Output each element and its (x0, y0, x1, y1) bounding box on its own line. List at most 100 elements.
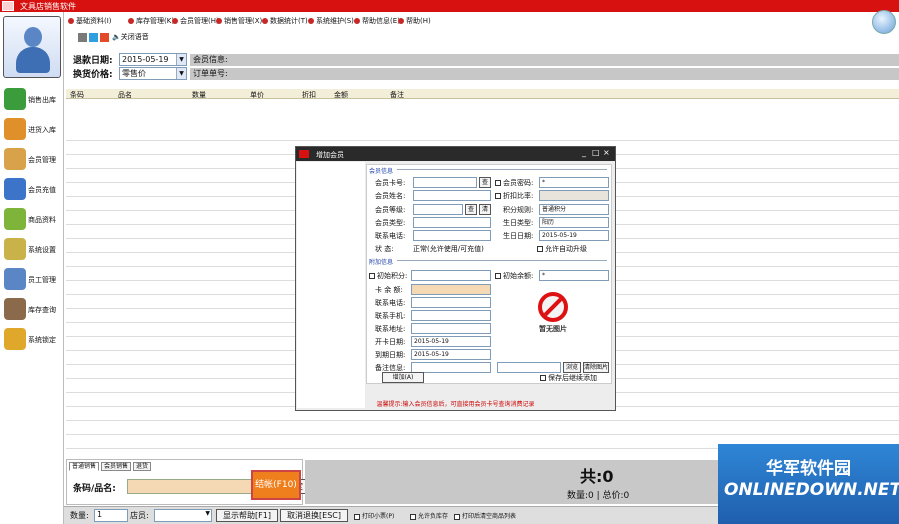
sidebar-item[interactable]: 系统锁定 (2, 326, 62, 356)
level-search-button[interactable]: 查 (465, 204, 477, 215)
checkbox[interactable] (495, 180, 501, 186)
expire-date-value: 2015-05-19 (414, 351, 449, 358)
sale-tab[interactable]: 会员销售 (101, 462, 132, 471)
menu-item[interactable]: 数据统计(T) (262, 16, 308, 26)
column-header[interactable]: 品名 (118, 90, 132, 100)
sidebar-item[interactable]: 会员管理 (2, 146, 62, 176)
status-value[interactable]: 正常(允许使用/可充值) (413, 244, 484, 254)
minimize-icon[interactable]: _ (582, 148, 586, 157)
show-help-button[interactable]: 显示帮助[F1] (216, 509, 278, 522)
phone-input[interactable] (413, 230, 491, 241)
keep-open-checkbox[interactable]: 保存后继续添加 (540, 373, 597, 383)
init-points-checkbox[interactable]: 初始积分: (369, 271, 407, 281)
column-header[interactable]: 备注 (390, 90, 404, 100)
maximize-icon[interactable]: □ (592, 148, 600, 157)
checkbox[interactable] (369, 273, 375, 279)
sidebar-item[interactable]: 会员充值 (2, 176, 62, 206)
sale-tab[interactable]: 退货 (133, 462, 152, 471)
member-name-input[interactable] (413, 190, 491, 201)
menu-item[interactable]: 系统维护(S) (308, 16, 354, 26)
column-header[interactable]: 条码 (70, 90, 84, 100)
level-clear-button[interactable]: 清 (479, 204, 491, 215)
init-balance-checkbox[interactable]: 初始余额: (495, 271, 533, 281)
checkbox[interactable] (410, 513, 416, 520)
chevron-down-icon[interactable]: ▼ (176, 68, 186, 79)
date-picker[interactable]: 2015-05-19 ▼ (119, 53, 187, 66)
discount-input[interactable] (539, 190, 609, 201)
status-checkbox[interactable]: 打印后清空商品列表 (454, 511, 516, 520)
column-header[interactable]: 折扣 (302, 90, 316, 100)
member-level-label: 会员等级: (375, 206, 406, 214)
price-select[interactable]: 零售价 ▼ (119, 67, 187, 80)
member-type-select[interactable] (413, 217, 491, 228)
password-input[interactable]: * (539, 177, 609, 188)
card-no-input[interactable] (413, 177, 477, 188)
browse-button[interactable]: 浏览 (563, 362, 581, 373)
checkbox[interactable] (537, 246, 543, 252)
checkbox[interactable] (354, 513, 360, 520)
cancel-exchange-button[interactable]: 取消退换[ESC] (280, 509, 348, 522)
expire-date-picker[interactable]: 2015-05-19 (411, 349, 491, 360)
menu-item[interactable]: 会员管理(H) (172, 16, 219, 26)
sidebar-item[interactable]: 员工管理 (2, 266, 62, 296)
checkbox[interactable] (495, 193, 501, 199)
blue-square-icon[interactable] (89, 33, 98, 42)
birthday-type-select[interactable]: 阳历 (539, 217, 609, 228)
sidebar-item[interactable]: 库存查询 (2, 296, 62, 326)
discount-checkbox[interactable]: 折扣比率: (495, 191, 533, 201)
close-icon[interactable]: × (603, 148, 610, 157)
card-search-button[interactable]: 查 (479, 177, 491, 188)
init-points-input[interactable] (411, 270, 491, 281)
open-date-picker[interactable]: 2015-05-19 (411, 336, 491, 347)
column-header[interactable]: 金额 (334, 90, 348, 100)
balance-label: 卡 余 额: (375, 286, 403, 294)
password-checkbox[interactable]: 会员密码: (495, 178, 533, 188)
qty-input[interactable]: 1 (94, 509, 128, 522)
menu-item-label: 基础资料(I) (76, 17, 112, 25)
clear-photo-button[interactable]: 清除图片 (583, 362, 609, 373)
sidebar-item[interactable]: 进货入库 (2, 116, 62, 146)
photo-placeholder-text: 暂无图片 (539, 325, 567, 333)
menu-item[interactable]: 库存管理(K) (128, 16, 174, 26)
menu-item[interactable]: 帮助信息(E) (354, 16, 400, 26)
sidebar-item[interactable]: 系统设置 (2, 236, 62, 266)
column-header[interactable]: 单价 (250, 90, 264, 100)
menu-item[interactable]: 基础资料(I) (68, 16, 112, 26)
price-value: 零售价 (122, 69, 146, 78)
menu-item-icon (308, 18, 314, 24)
init-balance-input[interactable]: * (539, 270, 609, 281)
checkbox[interactable] (495, 273, 501, 279)
menu-item[interactable]: 销售管理(X) (216, 16, 262, 26)
avatar-body-icon (16, 47, 50, 73)
chevron-down-icon[interactable]: ▼ (205, 510, 210, 517)
clerk-select[interactable]: ▼ (154, 509, 212, 522)
member-level-select[interactable] (413, 204, 463, 215)
add-button[interactable]: 增加(A) (382, 372, 424, 383)
volume-toggle[interactable]: 🔈关闭语音 (112, 32, 149, 42)
points-rule-select[interactable]: 普通积分 (539, 204, 609, 215)
status-label: 状 态: (375, 245, 394, 253)
checkbox[interactable] (540, 375, 546, 381)
user-avatar[interactable] (3, 16, 61, 78)
member-photo: 暂无图片 (532, 292, 574, 338)
chevron-down-icon[interactable]: ▼ (176, 54, 186, 65)
contact1-input[interactable] (411, 297, 491, 308)
address-input[interactable] (411, 323, 491, 334)
checkout-button[interactable]: 结帐(F10) (251, 470, 301, 500)
checkbox[interactable] (454, 513, 460, 520)
status-checkbox[interactable]: 打印小票(P) (354, 511, 394, 520)
sidebar-item[interactable]: 销售出库 (2, 86, 62, 116)
contact2-input[interactable] (411, 310, 491, 321)
auto-upgrade-checkbox[interactable]: 允许自动升级 (537, 244, 587, 254)
column-header[interactable]: 数量 (192, 90, 206, 100)
birthday-picker[interactable]: 2015-05-19 (539, 230, 609, 241)
photo-path-input[interactable] (497, 362, 561, 373)
menu-item[interactable]: 帮助(H) (398, 16, 431, 26)
sale-tab[interactable]: 普通销售 (69, 462, 100, 471)
gray-square-icon[interactable] (78, 33, 87, 42)
red-square-icon[interactable] (100, 33, 109, 42)
refresh-icon[interactable] (872, 10, 896, 34)
sidebar-item[interactable]: 商品资料 (2, 206, 62, 236)
status-checkbox[interactable]: 允许负库存 (410, 511, 448, 520)
points-rule-label: 积分规则: (503, 206, 534, 214)
